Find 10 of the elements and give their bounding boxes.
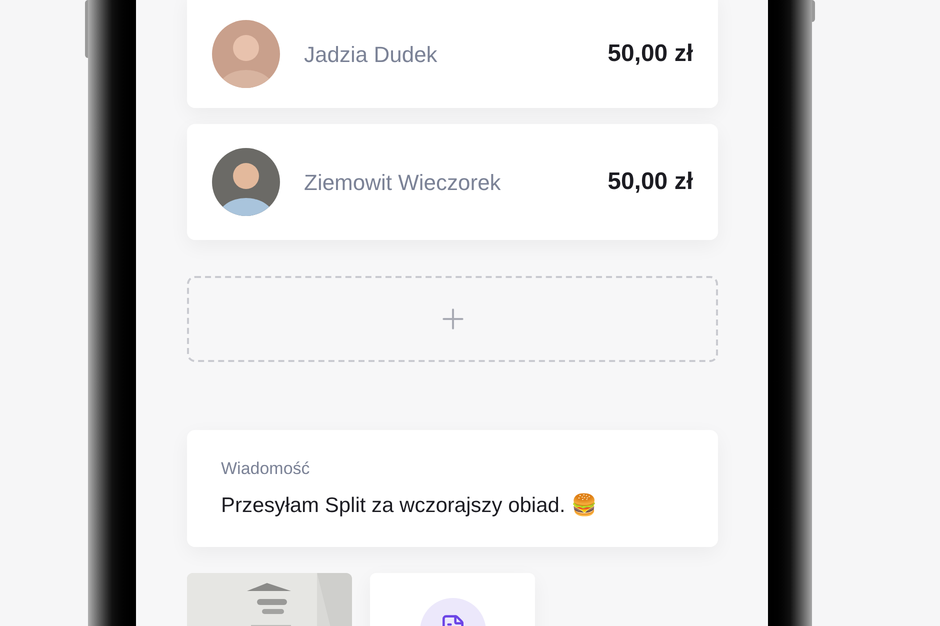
participant-amount: 50,00 zł bbox=[608, 167, 693, 197]
participant-card[interactable]: Jadzia Dudek 50,00 zł bbox=[187, 0, 718, 108]
message-card[interactable]: Wiadomość Przesyłam Split za wczorajszy obiad. 🍔 bbox=[187, 430, 718, 547]
message-text: Przesyłam Split za wczorajszy obiad. 🍔 bbox=[221, 492, 598, 518]
participant-card[interactable]: Ziemowit Wieczorek 50,00 zł bbox=[187, 124, 718, 240]
message-label: Wiadomość bbox=[221, 458, 311, 480]
participant-name: Jadzia Dudek bbox=[304, 40, 438, 68]
participant-name: Ziemowit Wieczorek bbox=[304, 168, 502, 196]
add-participant-button[interactable] bbox=[187, 276, 718, 362]
participant-amount: 50,00 zł bbox=[608, 39, 693, 69]
